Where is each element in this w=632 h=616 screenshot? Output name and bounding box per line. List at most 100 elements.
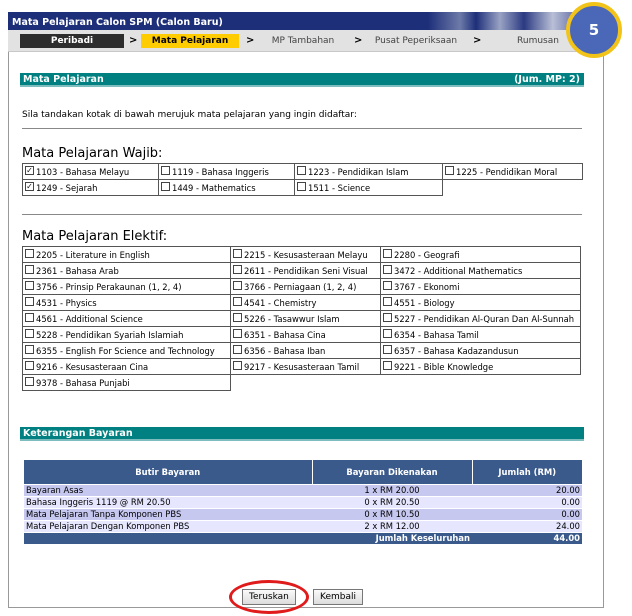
total-value: 44.00 (472, 531, 582, 544)
column-header: Jumlah (RM) (472, 460, 582, 484)
subject-checkbox-1449[interactable]: 1449 - Mathematics (161, 182, 292, 193)
checkbox[interactable] (161, 182, 170, 191)
window-title: Mata Pelajaran Calon SPM (Calon Baru) (12, 17, 223, 28)
subject-checkbox-4531[interactable]: 4531 - Physics (25, 297, 228, 308)
subject-checkbox-2361[interactable]: 2361 - Bahasa Arab (25, 265, 228, 276)
back-button[interactable]: Kembali (313, 589, 363, 605)
checkbox[interactable] (233, 281, 242, 290)
checkbox[interactable]: ✓ (25, 182, 34, 191)
checkbox[interactable] (383, 249, 392, 258)
checkbox[interactable] (297, 182, 306, 191)
checkbox[interactable] (233, 329, 242, 338)
checkbox[interactable] (383, 313, 392, 322)
subject-checkbox-9221[interactable]: 9221 - Bible Knowledge (383, 361, 578, 372)
table-row: Mata Pelajaran Tanpa Komponen PBS 0 x RM… (24, 507, 582, 520)
step-separator: > (129, 35, 138, 46)
step-mata-pelajaran[interactable]: Mata Pelajaran (141, 34, 239, 48)
checkbox[interactable] (25, 265, 34, 274)
compulsory-heading: Mata Pelajaran Wajib: (22, 146, 163, 161)
step-number-badge: 5 (566, 2, 622, 58)
subject-checkbox-2215[interactable]: 2215 - Kesusasteraan Melayu (233, 249, 378, 260)
checkbox[interactable] (233, 345, 242, 354)
checkbox[interactable] (25, 361, 34, 370)
subject-checkbox-6351[interactable]: 6351 - Bahasa Cina (233, 329, 378, 340)
checkbox[interactable] (383, 265, 392, 274)
checkbox[interactable] (383, 297, 392, 306)
subject-checkbox-1223[interactable]: 1223 - Pendidikan Islam (297, 166, 440, 177)
payment-section-title: Keterangan Bayaran (23, 428, 133, 439)
total-row: Jumlah Keseluruhan 44.00 (24, 531, 582, 544)
step-separator: > (473, 35, 482, 46)
checkbox[interactable] (233, 297, 242, 306)
subject-checkbox-2280[interactable]: 2280 - Geografi (383, 249, 578, 260)
subject-checkbox-1249[interactable]: ✓ 1249 - Sejarah (25, 182, 156, 193)
elective-subjects-table: 2205 - Literature in English 2215 - Kesu… (22, 246, 581, 391)
checkbox[interactable] (445, 166, 454, 175)
checkbox[interactable] (161, 166, 170, 175)
subject-checkbox-6356[interactable]: 6356 - Bahasa Iban (233, 345, 378, 356)
subject-checkbox-2205[interactable]: 2205 - Literature in English (25, 249, 228, 260)
checkbox[interactable] (233, 361, 242, 370)
subjects-section-header: Mata Pelajaran (Jum. MP: 2) (20, 73, 584, 87)
subject-checkbox-1225[interactable]: 1225 - Pendidikan Moral (445, 166, 580, 177)
checkbox[interactable] (383, 361, 392, 370)
checkbox[interactable] (383, 281, 392, 290)
checkbox[interactable] (297, 166, 306, 175)
subject-checkbox-3767[interactable]: 3767 - Ekonomi (383, 281, 578, 292)
checkbox[interactable]: ✓ (25, 166, 34, 175)
subject-checkbox-9216[interactable]: 9216 - Kesusasteraan Cina (25, 361, 228, 372)
step-peribadi[interactable]: Peribadi (20, 34, 124, 48)
subject-checkbox-6357[interactable]: 6357 - Bahasa Kadazandusun (383, 345, 578, 356)
checkbox[interactable] (383, 345, 392, 354)
divider (22, 128, 582, 129)
subject-checkbox-3472[interactable]: 3472 - Additional Mathematics (383, 265, 578, 276)
checkbox[interactable] (25, 297, 34, 306)
checkbox[interactable] (233, 249, 242, 258)
elective-heading: Mata Pelajaran Elektif: (22, 229, 168, 244)
compulsory-subjects-table: ✓ 1103 - Bahasa Melayu 1119 - Bahasa Ingg… (22, 163, 583, 196)
subject-checkbox-9217[interactable]: 9217 - Kesusasteraan Tamil (233, 361, 378, 372)
subject-checkbox-4561[interactable]: 4561 - Additional Science (25, 313, 228, 324)
subject-checkbox-6355[interactable]: 6355 - English For Science and Technolog… (25, 345, 228, 356)
subject-checkbox-2611[interactable]: 2611 - Pendidikan Seni Visual (233, 265, 378, 276)
checkbox[interactable] (25, 281, 34, 290)
subject-checkbox-3756[interactable]: 3756 - Prinsip Perakaunan (1, 2, 4) (25, 281, 228, 292)
step-separator: > (246, 35, 255, 46)
title-bar-decoration (428, 12, 588, 30)
window-title-bar: Mata Pelajaran Calon SPM (Calon Baru) (8, 12, 588, 30)
subject-checkbox-6354[interactable]: 6354 - Bahasa Tamil (383, 329, 578, 340)
subject-checkbox-9378[interactable]: 9378 - Bahasa Punjabi (25, 377, 228, 388)
step-rumusan[interactable]: Rumusan (503, 34, 573, 48)
subject-checkbox-5227[interactable]: 5227 - Pendidikan Al-Quran Dan Al-Sunnah (383, 313, 578, 324)
table-row: Bayaran Asas 1 x RM 20.00 20.00 (24, 483, 582, 496)
subject-checkbox-1103[interactable]: ✓ 1103 - Bahasa Melayu (25, 166, 156, 177)
column-header: Bayaran Dikenakan (312, 460, 473, 484)
checkbox[interactable] (25, 329, 34, 338)
checkbox[interactable] (25, 313, 34, 322)
checkbox[interactable] (233, 313, 242, 322)
subject-checkbox-5228[interactable]: 5228 - Pendidikan Syariah Islamiah (25, 329, 228, 340)
payment-table: Butir Bayaran Bayaran Dikenakan Jumlah (… (24, 460, 582, 544)
column-header: Butir Bayaran (24, 460, 313, 484)
continue-button[interactable]: Teruskan (242, 589, 296, 605)
subject-checkbox-3766[interactable]: 3766 - Perniagaan (1, 2, 4) (233, 281, 378, 292)
subject-checkbox-1119[interactable]: 1119 - Bahasa Inggeris (161, 166, 292, 177)
step-pusat-peperiksaan[interactable]: Pusat Peperiksaan (366, 34, 466, 48)
step-mp-tambahan[interactable]: MP Tambahan (258, 34, 348, 48)
step-navigation: Peribadi > Mata Pelajaran > MP Tambahan … (8, 30, 588, 52)
checkbox[interactable] (25, 377, 34, 386)
subject-checkbox-4541[interactable]: 4541 - Chemistry (233, 297, 378, 308)
table-row: Bahasa Inggeris 1119 @ RM 20.50 0 x RM 2… (24, 495, 582, 508)
divider (22, 214, 582, 215)
checkbox[interactable] (25, 249, 34, 258)
subject-checkbox-5226[interactable]: 5226 - Tasawwur Islam (233, 313, 378, 324)
payment-section-header: Keterangan Bayaran (20, 427, 584, 441)
checkbox[interactable] (25, 345, 34, 354)
instruction-text: Sila tandakan kotak di bawah merujuk mat… (22, 110, 357, 120)
subject-count: (Jum. MP: 2) (514, 74, 580, 85)
subject-checkbox-1511[interactable]: 1511 - Science (297, 182, 440, 193)
total-label: Jumlah Keseluruhan (312, 531, 472, 544)
subject-checkbox-4551[interactable]: 4551 - Biology (383, 297, 578, 308)
checkbox[interactable] (233, 265, 242, 274)
checkbox[interactable] (383, 329, 392, 338)
